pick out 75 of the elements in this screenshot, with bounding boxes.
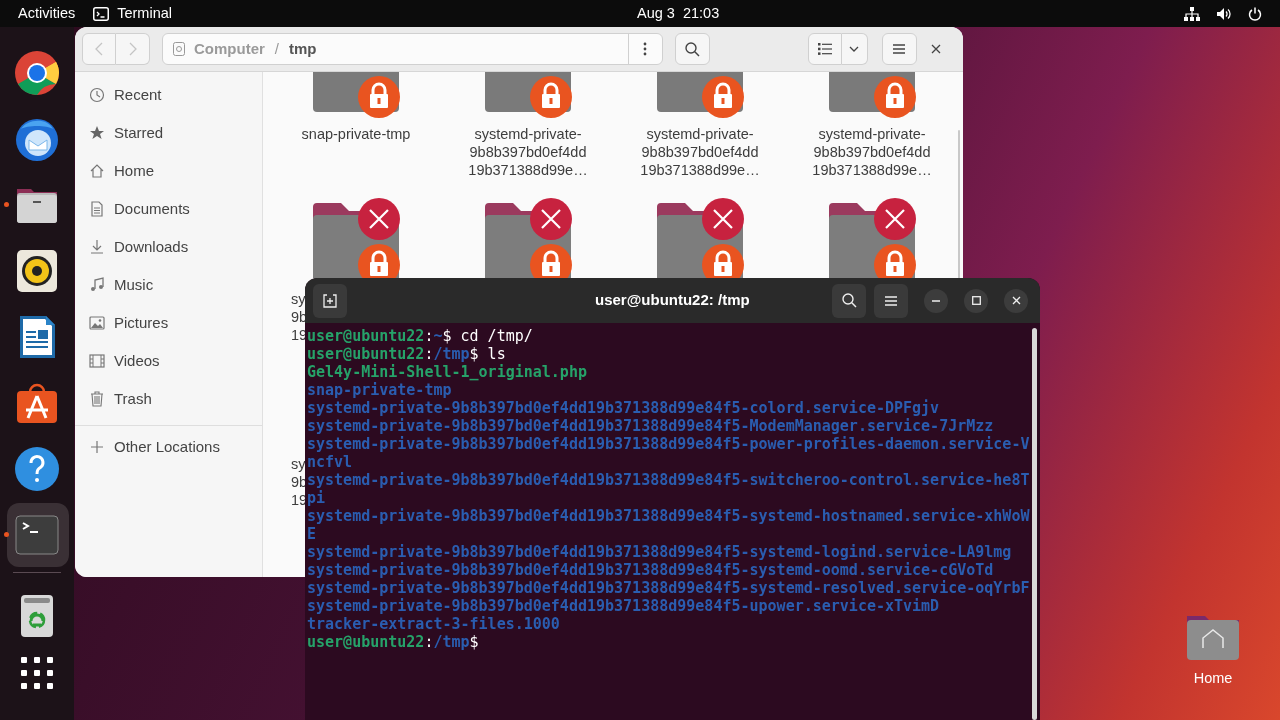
- list-icon: [817, 43, 832, 55]
- sidebar-item[interactable]: Recent: [75, 76, 262, 114]
- film-icon: [89, 353, 105, 369]
- drive-icon: [173, 42, 185, 56]
- sidebar-item[interactable]: Trash: [75, 380, 262, 418]
- maximize-button[interactable]: [964, 288, 988, 313]
- sidebar-item[interactable]: Documents: [75, 190, 262, 228]
- search-button[interactable]: [674, 33, 710, 65]
- close-button[interactable]: [1004, 288, 1028, 313]
- terminal-line: user@ubuntu22:/tmp$: [307, 633, 480, 651]
- forward-icon: [128, 42, 137, 56]
- view-list-button[interactable]: [807, 33, 842, 65]
- app-grid-icon[interactable]: [21, 657, 53, 689]
- terminal-line: tracker-extract-3-files.1000: [307, 615, 561, 633]
- clock-icon: [89, 87, 105, 103]
- sidebar-item[interactable]: Music: [75, 266, 262, 304]
- sidebar-item[interactable]: Pictures: [75, 304, 262, 342]
- clock[interactable]: Aug 3 21:03: [637, 0, 720, 27]
- image-icon: [89, 315, 105, 331]
- help-icon[interactable]: [13, 445, 61, 493]
- file-name: snap-private-tmp: [301, 125, 411, 143]
- more-icon: [643, 42, 648, 56]
- sidebar-item[interactable]: Home: [75, 152, 262, 190]
- sidebar-item[interactable]: Other Locations: [75, 428, 262, 466]
- file-name: systemd-private- 9b8b397bd0ef4dd 19b371388d99e…: [468, 125, 588, 179]
- menu-button[interactable]: [881, 33, 917, 65]
- terminal-line: user@ubuntu22:/tmp$ ls: [307, 345, 507, 363]
- close-icon: [1011, 296, 1021, 305]
- maximize-icon: [971, 296, 981, 305]
- search-button[interactable]: [832, 283, 866, 318]
- caret-icon: [849, 46, 860, 52]
- terminal-line: snap-private-tmp: [307, 381, 453, 399]
- back-icon: [95, 42, 103, 56]
- volume-icon[interactable]: [1216, 6, 1232, 21]
- new-tab-icon: [323, 293, 337, 308]
- search-icon: [684, 41, 700, 57]
- plus-icon: [89, 439, 105, 455]
- home-icon: [89, 163, 105, 179]
- minimize-button[interactable]: [924, 288, 948, 313]
- terminal-line: systemd-private-9b8b397bd0ef4dd19b371388d99e84f5-colord.service-DPFgjv: [307, 399, 941, 417]
- terminal-line: systemd-private-9b8b397bd0ef4dd19b371388d99e84f5-ModemManager.service-7JrMzz: [307, 417, 995, 435]
- activities-button[interactable]: Activities: [18, 0, 76, 27]
- close-icon: [931, 44, 942, 54]
- menu-button[interactable]: [874, 283, 908, 318]
- file-name: systemd-private- 9b8b397bd0ef4dd 19b371388d99e…: [812, 125, 932, 179]
- search-icon: [841, 293, 857, 308]
- minimize-icon: [932, 299, 940, 302]
- music-note-icon: [89, 277, 105, 293]
- sidebar-item[interactable]: Downloads: [75, 228, 262, 266]
- app-menu[interactable]: Terminal: [93, 0, 172, 27]
- path-segment[interactable]: tmp: [289, 37, 317, 61]
- browser-icon[interactable]: [13, 49, 61, 97]
- file-name: systemd-private- 9b8b397bd0ef4dd 19b371388d99e…: [640, 125, 760, 179]
- menu-icon: [893, 44, 906, 54]
- trash-icon: [89, 391, 105, 407]
- star-icon: [89, 125, 105, 141]
- power-icon[interactable]: [1248, 6, 1262, 21]
- terminal-line: systemd-private-9b8b397bd0ef4dd19b371388d99e84f5-systemd-resolved.service-oqYrbF: [307, 579, 1030, 597]
- sidebar-item[interactable]: Starred: [75, 114, 262, 152]
- path-separator: /: [274, 38, 279, 59]
- terminal-line: systemd-private-9b8b397bd0ef4dd19b371388d99e84f5-systemd-logind.service-LA9lmg: [307, 543, 1013, 561]
- app-name: Terminal: [117, 3, 172, 23]
- terminal-line: user@ubuntu22:~$ cd /tmp/: [307, 327, 534, 345]
- download-icon: [89, 239, 105, 255]
- desktop-icon-label: Home: [1193, 669, 1233, 688]
- window-title: user@ubuntu22: /tmp: [595, 290, 750, 311]
- terminal-line: systemd-private-9b8b397bd0ef4dd19b371388d99e84f5-upower.service-xTvimD: [307, 597, 941, 615]
- terminal-line: systemd-private-9b8b397bd0ef4dd19b371388d99e84f5-systemd-oomd.service-cGVoTd: [307, 561, 995, 579]
- network-icon[interactable]: [1184, 6, 1200, 21]
- menu-icon: [885, 295, 897, 306]
- terminal-line: Gel4y-Mini-Shell-1_original.php: [307, 363, 588, 381]
- document-icon: [89, 201, 105, 217]
- sidebar-item[interactable]: Videos: [75, 342, 262, 380]
- terminal-icon: [93, 6, 110, 21]
- new-tab-button[interactable]: [313, 283, 347, 318]
